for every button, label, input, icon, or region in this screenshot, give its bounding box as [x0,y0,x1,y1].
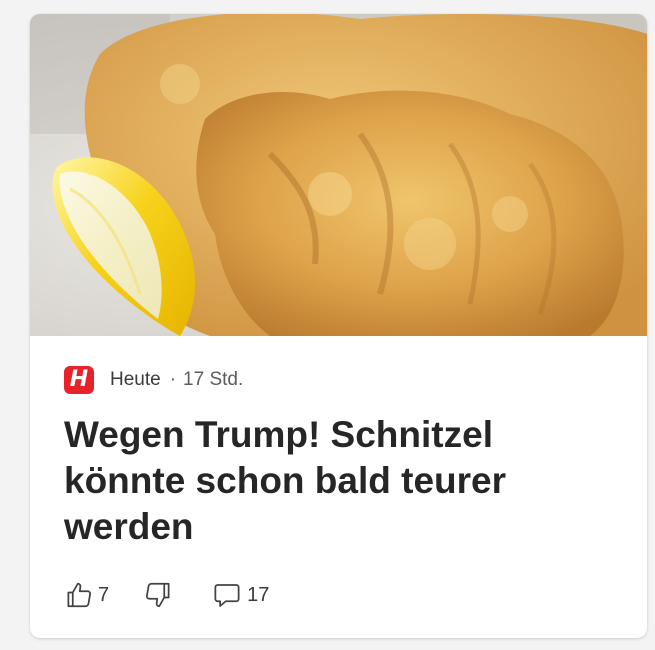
like-count: 7 [98,583,110,606]
source-row[interactable]: H Heute · 17 Std. [64,366,243,394]
source-name[interactable]: Heute [110,369,161,391]
like-button[interactable]: 7 [64,580,109,610]
comment-icon [214,584,240,607]
thumbs-up-icon [67,582,92,608]
thumbs-down-icon [146,582,170,608]
comment-count: 17 [247,583,270,606]
publish-time: 17 Std. [183,369,244,390]
news-card[interactable]: H Heute · 17 Std. Wegen Trump! Schnitzel… [30,14,647,638]
source-logo-icon: H [64,366,94,394]
comment-button[interactable]: 17 [211,580,269,610]
dislike-button[interactable] [143,580,173,610]
separator-dot: · [169,369,177,390]
reaction-bar: 7 17 [64,576,269,614]
article-image[interactable] [30,14,647,336]
article-headline[interactable]: Wegen Trump! Schnitzel könnte schon bald… [64,412,624,550]
